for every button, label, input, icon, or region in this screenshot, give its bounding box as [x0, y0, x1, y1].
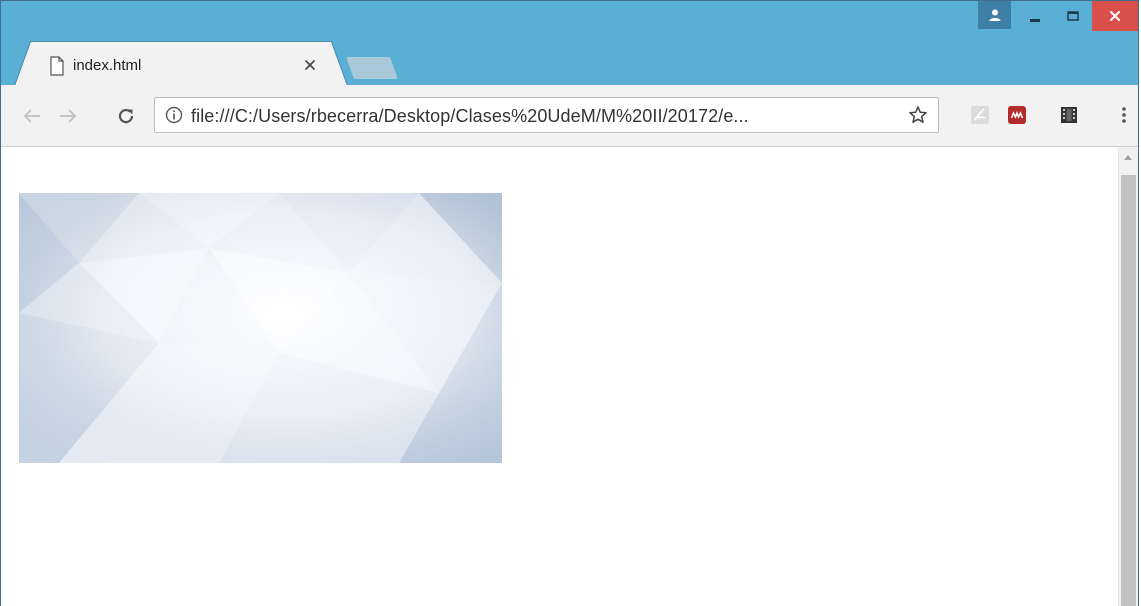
- pdf-extension-icon[interactable]: [969, 104, 991, 126]
- tab-close-icon[interactable]: [301, 56, 319, 74]
- browser-window: index.html file:///C:/Users/rbecerra/Des…: [0, 0, 1139, 606]
- mega-extension-icon[interactable]: [1006, 104, 1028, 126]
- scroll-thumb[interactable]: [1121, 175, 1136, 606]
- reload-icon[interactable]: [113, 103, 139, 129]
- new-tab-button[interactable]: [346, 57, 398, 79]
- browser-toolbar: file:///C:/Users/rbecerra/Desktop/Clases…: [1, 85, 1138, 147]
- back-arrow-icon[interactable]: [19, 103, 45, 129]
- star-icon[interactable]: [908, 105, 928, 130]
- user-icon[interactable]: [978, 1, 1011, 29]
- vertical-scrollbar[interactable]: [1118, 147, 1138, 606]
- document-icon: [49, 56, 65, 81]
- address-text[interactable]: file:///C:/Users/rbecerra/Desktop/Clases…: [191, 106, 749, 127]
- window-controls: [978, 1, 1138, 31]
- forward-arrow-icon[interactable]: [55, 103, 81, 129]
- page-content: [1, 147, 1119, 606]
- scroll-up-arrow-icon[interactable]: [1124, 155, 1132, 160]
- info-icon[interactable]: [165, 106, 183, 129]
- minimize-icon[interactable]: [1016, 1, 1054, 31]
- title-bar: index.html: [1, 1, 1138, 86]
- kebab-menu-icon[interactable]: [1113, 104, 1135, 126]
- film-extension-icon[interactable]: [1058, 104, 1080, 126]
- abstract-polygon-background: [19, 193, 502, 463]
- address-bar[interactable]: file:///C:/Users/rbecerra/Desktop/Clases…: [154, 97, 939, 133]
- maximize-icon[interactable]: [1054, 1, 1092, 31]
- close-icon[interactable]: [1092, 1, 1138, 31]
- tab-title: index.html: [73, 57, 142, 74]
